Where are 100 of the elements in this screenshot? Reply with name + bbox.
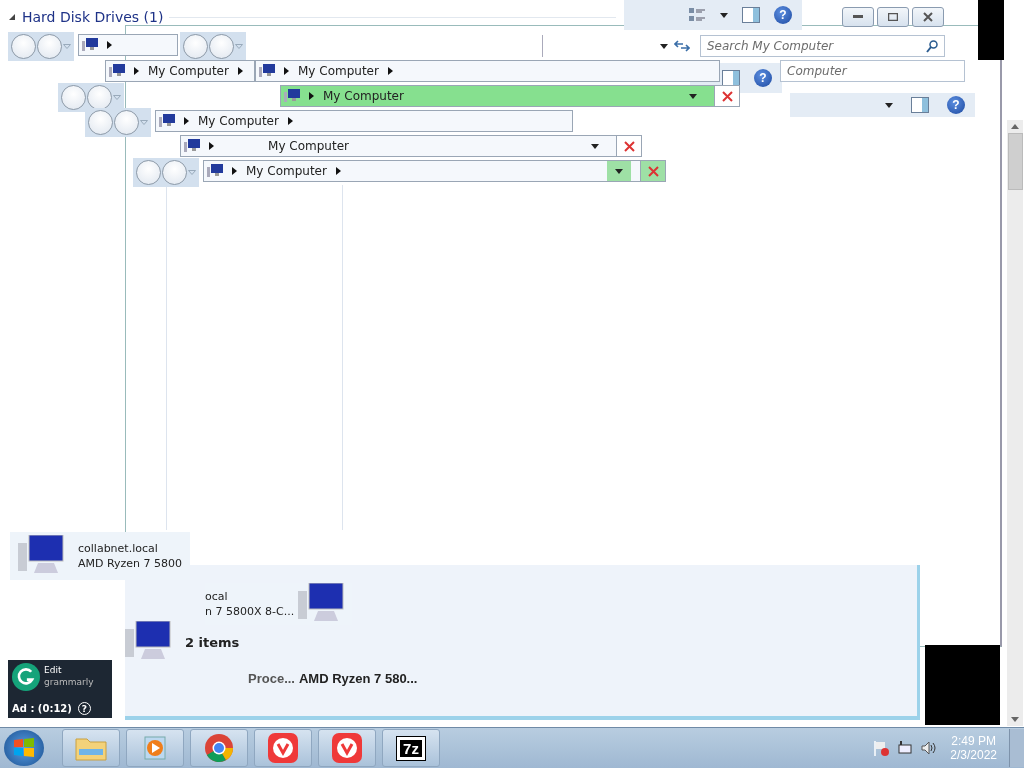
chevron-icon[interactable]	[287, 117, 293, 125]
back-button[interactable]	[88, 110, 113, 135]
address-bar[interactable]: My Computer	[280, 85, 740, 107]
speaker-icon[interactable]	[920, 739, 939, 757]
address-bar[interactable]: My Computer	[155, 110, 573, 132]
maximize-button[interactable]	[877, 7, 909, 27]
chevron-icon[interactable]	[387, 67, 393, 75]
forward-button[interactable]	[37, 34, 62, 59]
stop-button[interactable]	[714, 86, 739, 106]
address-bar[interactable]: My Computer	[255, 60, 720, 82]
caret-icon	[591, 143, 599, 149]
ad-brand: grammarly	[44, 677, 94, 689]
processor-text: n 7 5800X 8-C...	[205, 605, 295, 618]
chevron-icon[interactable]	[232, 167, 237, 175]
preview-pane-icon[interactable]	[911, 97, 929, 113]
close-icon	[623, 140, 635, 152]
property-value: AMD Ryzen 7 580...	[298, 671, 418, 686]
refresh-icon[interactable]	[674, 39, 690, 53]
chevron-icon[interactable]	[309, 92, 314, 100]
address-bar[interactable]	[78, 34, 178, 56]
browser-icon	[268, 733, 298, 763]
close-button[interactable]	[912, 7, 944, 27]
ad-timer: Ad : (0:12)	[12, 703, 72, 714]
address-bar[interactable]: My Computer	[105, 60, 255, 82]
property-label: Proce...	[248, 671, 295, 686]
taskbar-button[interactable]	[254, 729, 312, 767]
dropdown-caret-icon[interactable]	[660, 43, 668, 49]
archiver-button[interactable]: 7z	[382, 729, 440, 767]
computer-name: ocal	[205, 590, 229, 603]
chevron-icon[interactable]	[237, 67, 243, 75]
computer-icon	[184, 139, 200, 153]
chevron-icon[interactable]	[209, 142, 214, 150]
caret-icon	[615, 168, 623, 174]
back-button[interactable]	[136, 160, 161, 185]
browser-icon	[332, 733, 362, 763]
back-button[interactable]	[61, 85, 86, 110]
scroll-up-icon[interactable]	[1011, 124, 1019, 129]
chevron-icon[interactable]	[335, 167, 341, 175]
minimize-button[interactable]	[842, 7, 874, 27]
chevron-icon[interactable]	[107, 41, 112, 49]
view-options-icon[interactable]	[688, 7, 706, 23]
search-field[interactable]: Search My Computer	[700, 35, 945, 57]
taskbar-button[interactable]	[318, 729, 376, 767]
dropdown-caret-icon[interactable]	[885, 102, 893, 108]
start-button[interactable]	[4, 730, 44, 766]
taskbar-button[interactable]	[190, 729, 248, 767]
back-button[interactable]	[183, 34, 208, 59]
forward-button[interactable]	[87, 85, 112, 110]
search-icon[interactable]	[926, 40, 938, 53]
address-bar[interactable]: My Computer	[180, 135, 642, 157]
back-button[interactable]	[11, 34, 36, 59]
item-count: 2 items	[185, 634, 240, 650]
preview-pane-icon[interactable]	[742, 7, 760, 23]
computer-icon	[159, 114, 175, 128]
breadcrumb-item[interactable]: My Computer	[148, 64, 229, 78]
desktop-background	[978, 0, 1004, 60]
chevron-icon[interactable]	[184, 117, 189, 125]
chevron-icon[interactable]	[134, 67, 139, 75]
help-button[interactable]: ?	[947, 96, 965, 114]
stop-button[interactable]	[640, 161, 665, 181]
group-header-label[interactable]: Hard Disk Drives (1)	[22, 9, 164, 25]
forward-button[interactable]	[162, 160, 187, 185]
ad-title: Edit	[44, 665, 63, 677]
dropdown-button[interactable]	[607, 161, 631, 181]
close-icon	[647, 165, 659, 177]
network-icon[interactable]	[896, 739, 915, 757]
preview-pane-icon[interactable]	[722, 70, 740, 86]
taskbar-button[interactable]	[126, 729, 184, 767]
search-field[interactable]: Computer	[780, 60, 965, 82]
windows-logo-icon	[12, 736, 36, 760]
computer-icon	[109, 64, 125, 78]
maximize-icon	[888, 13, 898, 21]
help-button[interactable]: ?	[754, 69, 772, 87]
stop-button[interactable]	[616, 136, 641, 156]
breadcrumb-item[interactable]: My Computer	[198, 114, 279, 128]
computer-icon	[259, 64, 275, 78]
collapse-arrow-icon[interactable]	[8, 13, 16, 21]
computer-icon	[284, 89, 300, 103]
close-icon	[923, 12, 933, 22]
breadcrumb-item[interactable]: My Computer	[298, 64, 379, 78]
breadcrumb-item[interactable]: My Computer	[223, 139, 394, 153]
scrollbar[interactable]	[1007, 120, 1023, 726]
grammarly-logo-icon	[12, 663, 40, 691]
computer-icon	[207, 164, 223, 178]
breadcrumb-item[interactable]: My Computer	[246, 164, 327, 178]
forward-button[interactable]	[114, 110, 139, 135]
scrollbar-thumb[interactable]	[1007, 133, 1023, 190]
address-bar[interactable]: My Computer	[203, 160, 666, 182]
scroll-down-icon[interactable]	[1011, 717, 1019, 722]
help-button[interactable]: ?	[774, 6, 792, 24]
breadcrumb-item[interactable]: My Computer	[323, 89, 404, 103]
flag-icon[interactable]	[872, 739, 891, 757]
minimize-icon	[853, 15, 863, 19]
chevron-icon[interactable]	[284, 67, 289, 75]
forward-button[interactable]	[209, 34, 234, 59]
computer-icon	[82, 38, 98, 52]
processor-text: AMD Ryzen 7 5800	[78, 557, 183, 570]
dropdown-caret-icon[interactable]	[720, 12, 728, 18]
browser-icon	[204, 733, 234, 763]
computer-name: collabnet.local	[78, 542, 159, 555]
